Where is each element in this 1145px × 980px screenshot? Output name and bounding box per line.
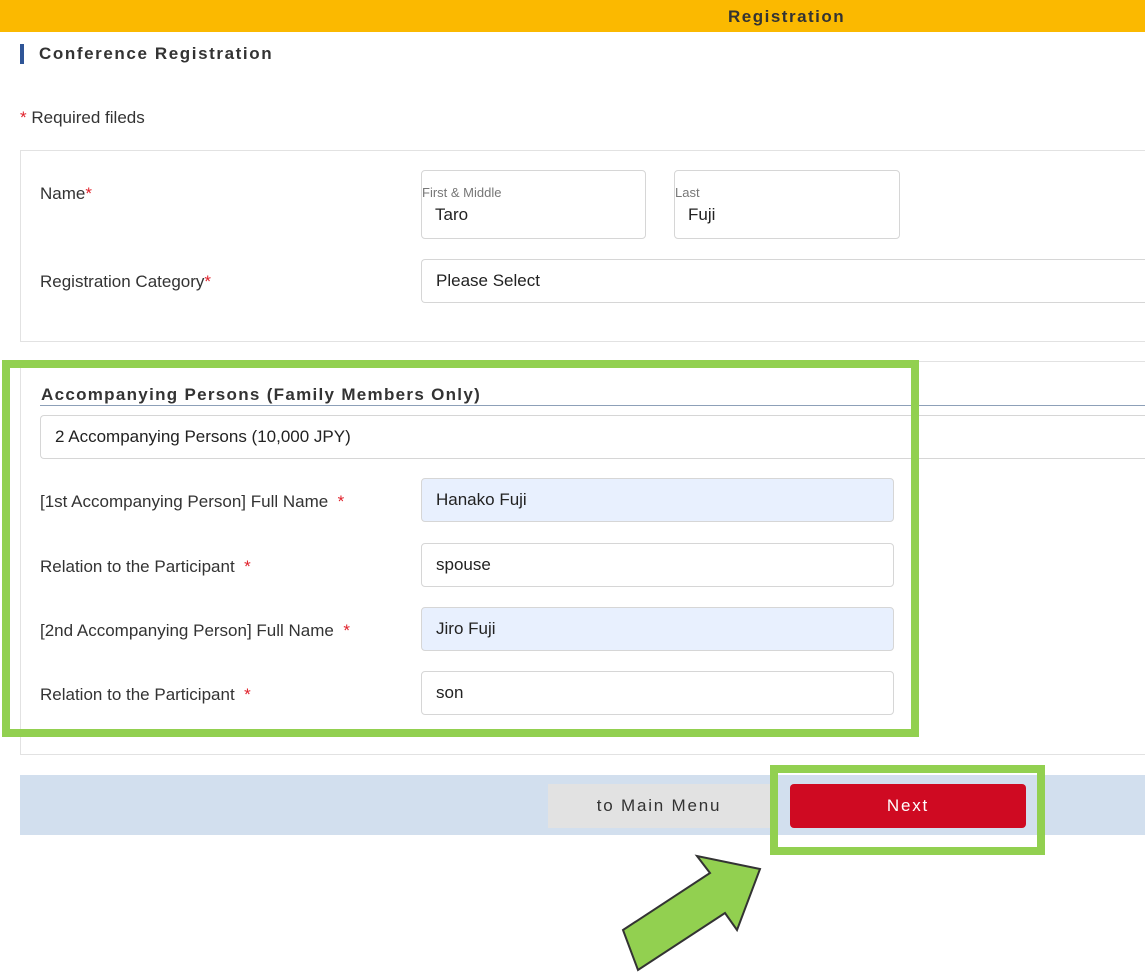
first-name-value: Taro	[435, 205, 469, 224]
first-name-caption: First & Middle	[422, 185, 502, 200]
name-label: Name*	[40, 184, 92, 203]
section-title: Conference Registration	[20, 44, 273, 64]
first-name-field[interactable]: First & Middle Taro	[421, 170, 646, 239]
registration-category-select[interactable]: Please Select	[421, 259, 1145, 303]
second-accompanying-name-input[interactable]: Jiro Fuji	[421, 607, 894, 651]
last-name-field[interactable]: Last Fuji	[674, 170, 900, 239]
registration-category-label: Registration Category*	[40, 272, 212, 291]
accompanying-heading: Accompanying Persons (Family Members Onl…	[41, 385, 482, 404]
second-accompanying-name-label: [2nd Accompanying Person] Full Name *	[40, 621, 350, 640]
first-relation-input[interactable]: spouse	[421, 543, 894, 587]
pointer-arrow-icon	[621, 854, 762, 972]
second-relation-input[interactable]: son	[421, 671, 894, 715]
first-accompanying-name-label: [1st Accompanying Person] Full Name *	[40, 492, 345, 511]
last-name-value: Fuji	[688, 205, 716, 224]
top-bar: Registration	[0, 0, 1145, 32]
required-star: *	[20, 108, 27, 127]
last-name-caption: Last	[675, 185, 700, 200]
next-button[interactable]: Next	[790, 784, 1026, 828]
main-menu-button[interactable]: to Main Menu	[548, 784, 770, 828]
first-accompanying-name-input[interactable]: Hanako Fuji	[421, 478, 894, 522]
accompanying-count-select[interactable]: 2 Accompanying Persons (10,000 JPY)	[40, 415, 1145, 459]
heading-divider	[40, 405, 1145, 406]
page-header-title: Registration	[728, 7, 846, 26]
second-relation-label: Relation to the Participant *	[40, 685, 251, 704]
first-relation-label: Relation to the Participant *	[40, 557, 251, 576]
required-fields-note: * Required fileds	[20, 108, 145, 128]
required-note-text: Required fileds	[26, 108, 145, 127]
